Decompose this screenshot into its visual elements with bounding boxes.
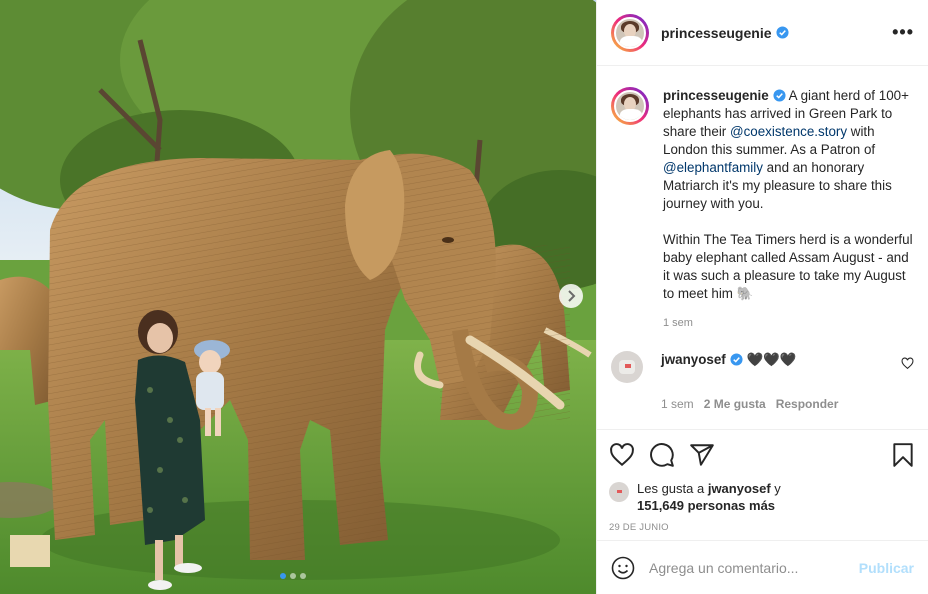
elephant-photo-illustration	[0, 0, 596, 594]
likes-prefix: Les gusta a	[637, 481, 708, 496]
comment-input[interactable]	[649, 559, 859, 576]
caption-row: princesseugenie A giant herd of 100+ ele…	[611, 87, 914, 303]
liker-avatar[interactable]	[609, 482, 629, 502]
chevron-right-icon	[568, 290, 576, 302]
comment-row: jwanyosef 🖤🖤🖤	[611, 351, 914, 383]
verified-badge-icon	[730, 353, 743, 366]
likes-text: Les gusta a jwanyosef y 151,649 personas…	[637, 480, 781, 514]
add-comment-bar: Publicar	[597, 540, 928, 594]
author-avatar[interactable]	[611, 13, 649, 52]
save-bookmark-icon[interactable]	[890, 442, 916, 468]
commenter-username[interactable]: jwanyosef	[661, 352, 726, 367]
like-comment-icon[interactable]	[901, 357, 914, 370]
post-actions: Les gusta a jwanyosef y 151,649 personas…	[597, 429, 928, 533]
post-photo[interactable]	[0, 0, 596, 594]
caption-avatar[interactable]	[611, 87, 649, 125]
carousel-dot-active	[280, 573, 286, 579]
carousel-indicator	[280, 573, 306, 579]
comment-likes[interactable]: 2 Me gusta	[704, 397, 766, 411]
action-bar	[609, 440, 916, 470]
like-heart-icon[interactable]	[609, 442, 635, 468]
more-options-icon[interactable]: •••	[892, 22, 914, 43]
comment-meta: 1 sem 2 Me gusta Responder	[661, 397, 914, 411]
carousel-dot	[290, 573, 296, 579]
comment-body: 🖤🖤🖤	[746, 352, 797, 367]
mention-link[interactable]: @coexistence.story	[730, 124, 847, 139]
comment-text: jwanyosef 🖤🖤🖤	[661, 351, 871, 369]
likes-summary: Les gusta a jwanyosef y 151,649 personas…	[609, 480, 916, 514]
verified-badge-icon	[775, 26, 789, 39]
caption-paragraph: Within The Tea Timers herd is a wonderfu…	[663, 232, 913, 301]
comments-section: princesseugenie A giant herd of 100+ ele…	[597, 67, 928, 428]
post-date[interactable]: 29 DE JUNIO	[609, 522, 916, 533]
mention-link[interactable]: @elephantfamily	[663, 160, 763, 175]
likes-middle: y	[770, 481, 781, 496]
comment-icon[interactable]	[649, 442, 675, 468]
share-icon[interactable]	[689, 442, 715, 468]
reply-button[interactable]: Responder	[776, 397, 839, 411]
liker-username[interactable]: jwanyosef	[708, 481, 771, 496]
emoji-icon[interactable]	[611, 556, 635, 580]
caption-timestamp[interactable]: 1 sem	[663, 317, 914, 329]
carousel-dot	[300, 573, 306, 579]
publish-button[interactable]: Publicar	[859, 560, 914, 576]
caption-username[interactable]: princesseugenie	[663, 88, 769, 103]
verified-badge-icon	[773, 89, 786, 102]
commenter-avatar[interactable]	[611, 351, 643, 383]
author-username[interactable]: princesseugenie	[661, 25, 772, 41]
caption-text: princesseugenie A giant herd of 100+ ele…	[663, 87, 913, 303]
next-photo-button[interactable]	[559, 284, 583, 308]
post-header: princesseugenie •••	[597, 0, 928, 66]
post-details-panel: princesseugenie ••• princesseugenie A gi…	[596, 0, 928, 594]
comment-timestamp[interactable]: 1 sem	[661, 397, 694, 411]
likes-count[interactable]: 151,649 personas más	[637, 498, 775, 513]
